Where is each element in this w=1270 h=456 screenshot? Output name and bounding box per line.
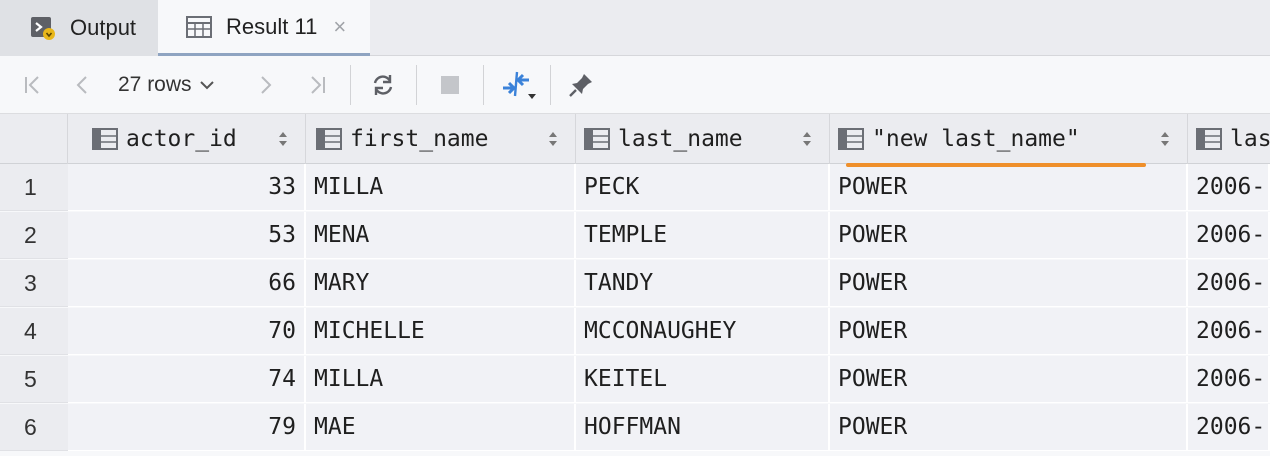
column-header-label: las xyxy=(1230,126,1270,152)
compare-icon[interactable] xyxy=(500,70,538,100)
rows-count-selector[interactable]: 27 rows xyxy=(118,70,214,100)
table-cell-last[interactable]: 2006- xyxy=(1188,260,1270,307)
column-icon xyxy=(1196,128,1222,150)
column-highlight-underline xyxy=(846,163,1146,167)
column-header-label: actor_id xyxy=(126,126,237,152)
console-output-icon xyxy=(30,15,56,41)
table-cell-new-last-name[interactable]: POWER xyxy=(830,404,1188,451)
table-cell-last[interactable]: 2006- xyxy=(1188,308,1270,355)
table-cell-new-last-name[interactable]: POWER xyxy=(830,356,1188,403)
column-header-last-name[interactable]: last_name xyxy=(576,114,830,164)
column-icon xyxy=(584,128,610,150)
grid-header: actor_id first_name last_name "new last_… xyxy=(0,114,1270,164)
table-cell-actor-id[interactable]: 66 xyxy=(68,260,306,307)
row-number[interactable]: 4 xyxy=(0,308,68,355)
table-icon xyxy=(186,15,212,38)
table-row[interactable]: 2 53 MENA TEMPLE POWER 2006- xyxy=(0,212,1270,260)
table-cell-last[interactable]: 2006- xyxy=(1188,356,1270,403)
table-cell-actor-id[interactable]: 74 xyxy=(68,356,306,403)
column-header-label: "new last_name" xyxy=(872,126,1080,152)
table-cell-first-name[interactable]: MARY xyxy=(306,260,576,307)
chevron-down-icon xyxy=(199,80,214,90)
table-cell-new-last-name[interactable]: POWER xyxy=(830,164,1188,211)
table-row[interactable]: 3 66 MARY TANDY POWER 2006- xyxy=(0,260,1270,308)
pin-icon[interactable] xyxy=(566,70,596,100)
row-number-header xyxy=(0,114,68,164)
tab-result[interactable]: Result 11 × xyxy=(158,0,370,56)
sort-icon[interactable] xyxy=(277,130,289,148)
table-cell-first-name[interactable]: MENA xyxy=(306,212,576,259)
prev-page-icon[interactable] xyxy=(68,70,98,100)
toolbar-separator xyxy=(350,65,351,105)
tab-output[interactable]: Output xyxy=(0,0,158,56)
table-cell-last-name[interactable]: PECK xyxy=(576,164,830,211)
table-cell-first-name[interactable]: MILLA xyxy=(306,164,576,211)
close-icon[interactable]: × xyxy=(333,15,346,38)
table-cell-actor-id[interactable]: 79 xyxy=(68,404,306,451)
sort-icon[interactable] xyxy=(547,130,559,148)
stop-icon[interactable] xyxy=(435,70,465,100)
column-icon xyxy=(838,128,864,150)
table-cell-new-last-name[interactable]: POWER xyxy=(830,212,1188,259)
refresh-icon[interactable] xyxy=(368,70,398,100)
column-header-new-last-name[interactable]: "new last_name" xyxy=(830,114,1188,164)
table-cell-last-name[interactable]: HOFFMAN xyxy=(576,404,830,451)
row-number[interactable]: 2 xyxy=(0,212,68,259)
last-page-icon[interactable] xyxy=(302,70,332,100)
table-cell-first-name[interactable]: MAE xyxy=(306,404,576,451)
column-icon xyxy=(316,128,342,150)
table-row[interactable]: 6 79 MAE HOFFMAN POWER 2006- xyxy=(0,404,1270,452)
sort-icon[interactable] xyxy=(801,130,813,148)
rows-count-label: 27 rows xyxy=(118,73,192,96)
table-row[interactable]: 4 70 MICHELLE MCCONAUGHEY POWER 2006- xyxy=(0,308,1270,356)
sort-icon[interactable] xyxy=(1159,130,1171,148)
column-icon xyxy=(92,128,118,150)
table-cell-last[interactable]: 2006- xyxy=(1188,212,1270,259)
first-page-icon[interactable] xyxy=(18,70,48,100)
table-cell-new-last-name[interactable]: POWER xyxy=(830,260,1188,307)
tab-bar: Output Result 11 × xyxy=(0,0,1270,56)
column-header-actor-id[interactable]: actor_id xyxy=(68,114,306,164)
tab-output-label: Output xyxy=(70,15,137,40)
table-cell-actor-id[interactable]: 70 xyxy=(68,308,306,355)
toolbar-separator xyxy=(550,65,551,105)
row-number[interactable]: 1 xyxy=(0,164,68,211)
table-cell-last[interactable]: 2006- xyxy=(1188,164,1270,211)
table-cell-last-name[interactable]: KEITEL xyxy=(576,356,830,403)
table-row[interactable]: 1 33 MILLA PECK POWER 2006- xyxy=(0,164,1270,212)
table-cell-last-name[interactable]: MCCONAUGHEY xyxy=(576,308,830,355)
toolbar-separator xyxy=(483,65,484,105)
table-cell-actor-id[interactable]: 33 xyxy=(68,164,306,211)
table-cell-new-last-name[interactable]: POWER xyxy=(830,308,1188,355)
table-cell-last[interactable]: 2006- xyxy=(1188,404,1270,451)
column-header-label: first_name xyxy=(350,126,489,152)
column-header-last-update[interactable]: las xyxy=(1188,114,1270,164)
row-number[interactable]: 5 xyxy=(0,356,68,403)
column-header-first-name[interactable]: first_name xyxy=(306,114,576,164)
tab-result-label: Result 11 xyxy=(226,13,318,39)
row-number[interactable]: 3 xyxy=(0,260,68,307)
table-row[interactable]: 5 74 MILLA KEITEL POWER 2006- xyxy=(0,356,1270,404)
table-cell-last-name[interactable]: TANDY xyxy=(576,260,830,307)
row-number[interactable]: 6 xyxy=(0,404,68,451)
table-cell-first-name[interactable]: MICHELLE xyxy=(306,308,576,355)
data-editor: Output Result 11 × 27 rows actor_id firs… xyxy=(0,0,1270,456)
table-cell-first-name[interactable]: MILLA xyxy=(306,356,576,403)
toolbar-separator xyxy=(416,65,417,105)
next-page-icon[interactable] xyxy=(250,70,280,100)
column-header-label: last_name xyxy=(618,126,743,152)
results-toolbar: 27 rows xyxy=(0,56,1270,114)
table-cell-last-name[interactable]: TEMPLE xyxy=(576,212,830,259)
table-cell-actor-id[interactable]: 53 xyxy=(68,212,306,259)
